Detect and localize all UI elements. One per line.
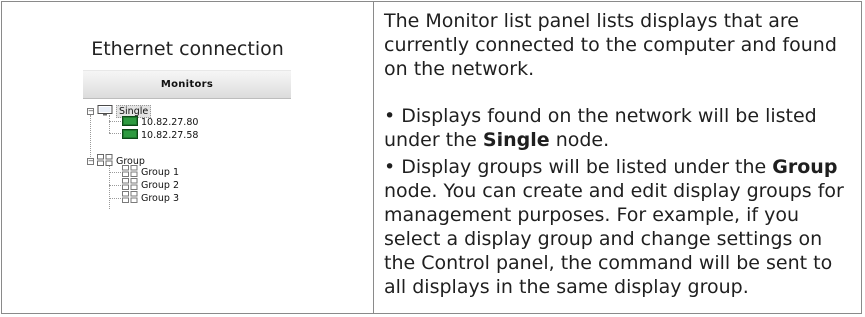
- content-table: Ethernet connection Monitors − Single 10…: [1, 1, 862, 314]
- tree-node-display-2[interactable]: 10.82.27.58: [122, 129, 198, 142]
- tree-connector: [109, 133, 121, 134]
- monitor-tree: − Single 10.82.27.80 10.82.27.58 − Group…: [87, 104, 297, 225]
- tree-connector: [109, 185, 121, 186]
- intro-paragraph: The Monitor list panel lists displays th…: [384, 10, 837, 80]
- display-ip-label: 10.82.27.80: [141, 117, 199, 128]
- bold-term: Group: [772, 156, 838, 178]
- tree-connector: [109, 172, 121, 173]
- collapse-icon[interactable]: −: [87, 158, 94, 165]
- bullet-single: • Displays found on the network will be …: [384, 104, 851, 152]
- display-green-icon: [122, 129, 138, 142]
- group-item-icon: [122, 191, 138, 206]
- left-cell: Ethernet connection Monitors − Single 10…: [2, 2, 373, 313]
- right-cell: The Monitor list panel lists displays th…: [374, 2, 861, 313]
- bullet-mark: •: [384, 105, 396, 127]
- bullet-text: node. You can create and edit display gr…: [384, 180, 844, 298]
- bullet-mark: •: [384, 156, 396, 178]
- display-ip-label: 10.82.27.58: [141, 130, 199, 141]
- tree-node-group-3[interactable]: Group 3: [122, 191, 179, 206]
- bold-term: Single: [482, 129, 550, 151]
- tree-node-display-1[interactable]: 10.82.27.80: [122, 116, 198, 129]
- bullet-text: node.: [555, 129, 610, 151]
- group-label: Group 1: [141, 167, 179, 178]
- collapse-icon[interactable]: −: [87, 108, 94, 115]
- bullet-text: Display groups will be listed under the: [401, 156, 767, 178]
- monitors-panel-header: Monitors: [83, 70, 291, 99]
- bullet-group: • Display groups will be listed under th…: [384, 155, 851, 299]
- group-label: Group 2: [141, 180, 179, 191]
- tree-connector: [90, 115, 91, 159]
- monitor-icon: [97, 104, 113, 119]
- tree-connector: [109, 198, 121, 199]
- tree-connector: [109, 121, 121, 122]
- ethernet-caption: Ethernet connection: [91, 38, 284, 60]
- description-list: • Displays found on the network will be …: [384, 104, 851, 302]
- display-green-icon: [122, 116, 138, 129]
- group-label: Group 3: [141, 193, 179, 204]
- group-icon: [97, 154, 113, 169]
